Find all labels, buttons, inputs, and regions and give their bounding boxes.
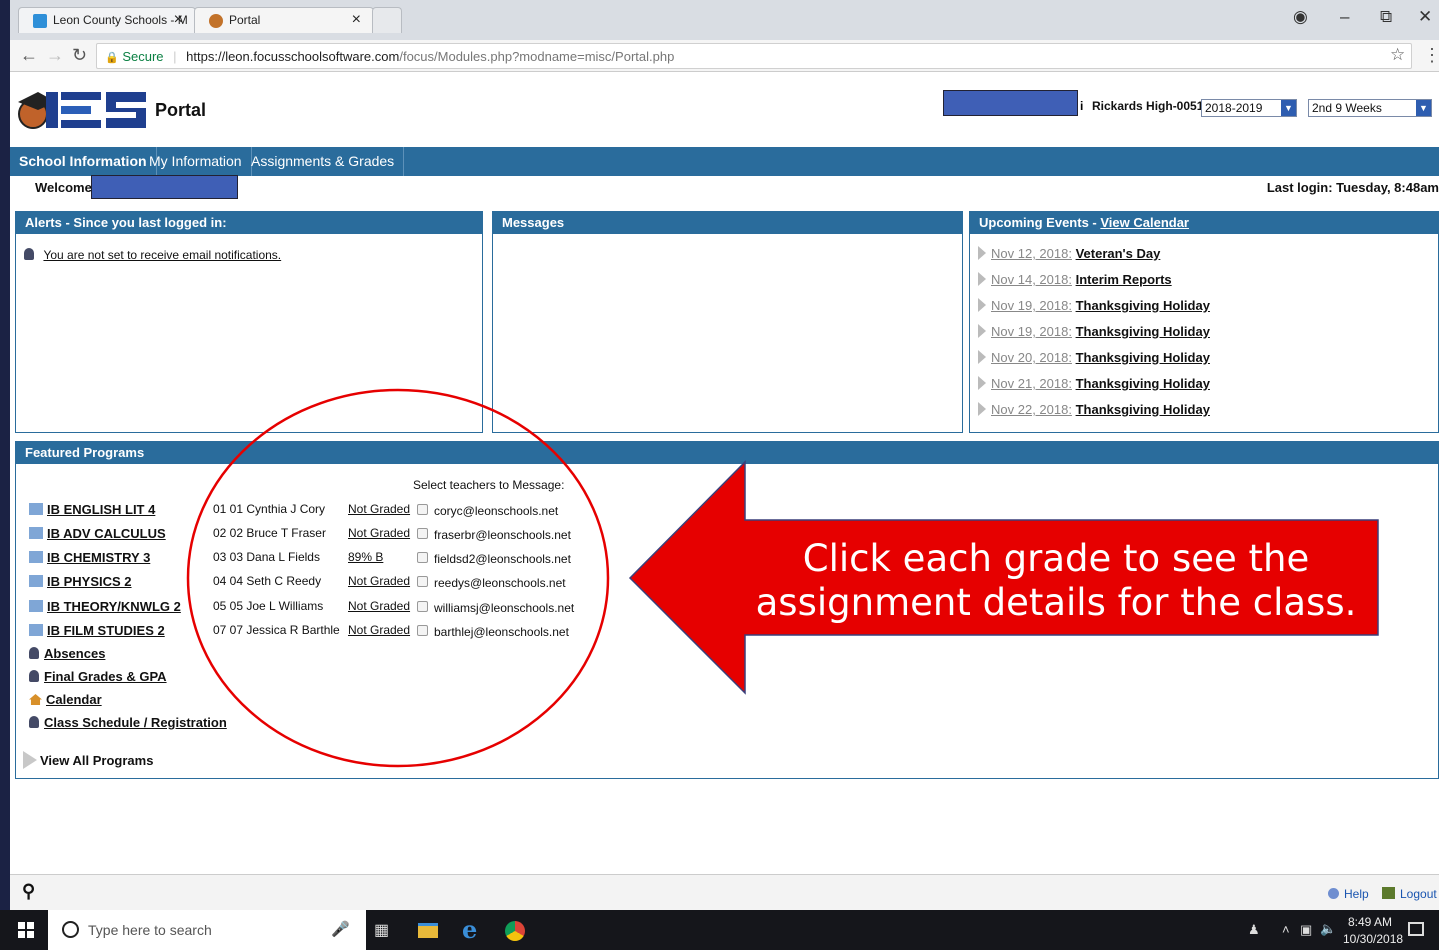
microphone-icon[interactable]: 🎤: [331, 920, 350, 938]
start-tile: [27, 931, 34, 938]
start-tile: [27, 922, 34, 929]
notifications-icon[interactable]: [1408, 922, 1424, 936]
tray-chevron-icon[interactable]: ˄: [1282, 922, 1290, 937]
taskbar-search[interactable]: Type here to search 🎤: [48, 910, 366, 950]
windows-taskbar: Type here to search 🎤 ▦ e ♟ ˄ ▣ 🔈 8:49 A…: [0, 910, 1439, 950]
network-icon[interactable]: ▣: [1300, 922, 1312, 938]
cortana-circle-icon: [62, 921, 79, 938]
volume-icon[interactable]: 🔈: [1320, 921, 1336, 937]
clock-time[interactable]: 8:49 AM: [1348, 915, 1392, 929]
edge-icon[interactable]: e: [462, 915, 477, 944]
task-view-icon[interactable]: ▦: [374, 920, 389, 940]
callout-text: Click each grade to see the assignment d…: [755, 537, 1357, 624]
start-tile: [18, 931, 25, 938]
highlight-ellipse: [186, 388, 610, 768]
file-explorer-icon[interactable]: [418, 923, 438, 938]
chrome-icon[interactable]: [505, 921, 525, 941]
annotation-layer: [186, 388, 1379, 768]
clock-date[interactable]: 10/30/2018: [1343, 932, 1403, 946]
start-tile: [18, 922, 25, 929]
search-placeholder: Type here to search: [88, 922, 212, 938]
people-icon[interactable]: ♟: [1248, 922, 1260, 938]
windows-start-icon[interactable]: [18, 922, 34, 938]
